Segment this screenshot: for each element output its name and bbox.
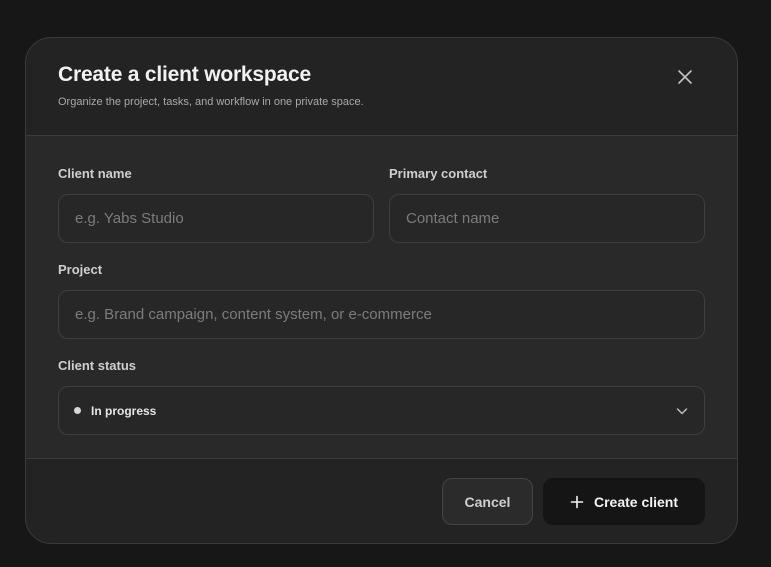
status-dot bbox=[74, 407, 81, 414]
primary-contact-input[interactable] bbox=[389, 194, 705, 243]
create-client-button[interactable]: Create client bbox=[543, 478, 705, 525]
modal-footer: Cancel Create client bbox=[26, 458, 737, 543]
chevron-down-icon bbox=[675, 404, 689, 418]
modal-subtitle: Organize the project, tasks, and workflo… bbox=[58, 96, 364, 108]
close-icon bbox=[677, 69, 693, 90]
primary-contact-label: Primary contact bbox=[389, 166, 488, 181]
modal-header: Create a client workspace Organize the p… bbox=[26, 38, 737, 136]
create-client-modal: Create a client workspace Organize the p… bbox=[25, 37, 738, 544]
create-client-label: Create client bbox=[593, 493, 679, 510]
client-status-select[interactable]: In progress bbox=[58, 386, 705, 435]
client-name-input[interactable] bbox=[58, 194, 374, 243]
cancel-button[interactable]: Cancel bbox=[442, 478, 533, 525]
project-label: Project bbox=[58, 262, 103, 277]
close-button[interactable] bbox=[672, 66, 698, 92]
plus-icon bbox=[570, 495, 584, 509]
modal-title: Create a client workspace bbox=[58, 63, 311, 86]
project-input[interactable] bbox=[58, 290, 705, 339]
client-name-label: Client name bbox=[58, 166, 132, 181]
client-status-value: In progress bbox=[91, 403, 157, 418]
client-status-label: Client status bbox=[58, 358, 137, 373]
